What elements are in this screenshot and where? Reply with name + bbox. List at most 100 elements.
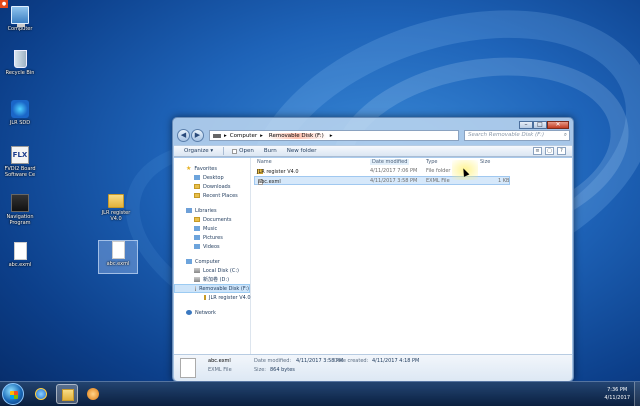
nav-volume-d[interactable]: 新加卷 (D:) <box>174 275 250 284</box>
desktop-icon-jlr-sdd[interactable]: JLR SDD <box>0 100 40 126</box>
internet-explorer-icon <box>35 388 47 400</box>
breadcrumb-separator: ▸ <box>260 132 263 139</box>
nav-removable-disk-f[interactable]: Removable Disk (F:) <box>174 284 250 293</box>
file-row[interactable]: JLR register V4.0 4/11/2017 7:06 PM File… <box>254 167 572 176</box>
flex-icon: FLX <box>11 146 29 164</box>
forward-button[interactable]: ▶ <box>191 129 204 142</box>
usb-drive-icon <box>195 286 197 291</box>
organize-button[interactable]: Organize ▾ <box>184 148 213 154</box>
nav-downloads[interactable]: Downloads <box>174 182 250 191</box>
column-header-type[interactable]: Type <box>426 159 437 165</box>
taskbar-app-explorer[interactable] <box>56 384 78 404</box>
taskbar-app-internet-explorer[interactable] <box>30 384 52 404</box>
minimize-button[interactable]: – <box>519 121 533 129</box>
jlr-sdd-icon <box>11 100 29 118</box>
computer-icon <box>11 6 29 27</box>
nav-libraries[interactable]: Libraries <box>174 206 250 215</box>
desktop-icon-abc-exml[interactable]: abc.exml <box>0 242 40 268</box>
nav-buttons: ◀ ▶ <box>177 129 205 142</box>
computer-icon <box>186 259 192 264</box>
file-date: 4/11/2017 3:58 PM <box>370 178 418 184</box>
start-button[interactable] <box>2 383 24 405</box>
file-date: 4/11/2017 7:06 PM <box>370 168 418 174</box>
file-type: EXML File <box>426 178 450 184</box>
desktop-icon-jlr-register-folder[interactable]: JLR register V4.0 <box>96 194 136 222</box>
window-controls: – □ ✕ <box>519 121 569 129</box>
pictures-icon <box>194 235 200 240</box>
view-options-icon[interactable]: ≡ <box>533 147 542 155</box>
new-folder-button[interactable]: New folder <box>287 148 317 154</box>
drive-icon <box>194 277 200 282</box>
videos-icon <box>194 244 200 249</box>
star-icon: ★ <box>186 165 192 172</box>
burn-button[interactable]: Burn <box>264 148 277 154</box>
open-button[interactable]: Open <box>232 148 254 154</box>
preview-pane-icon[interactable]: ▢ <box>545 147 554 155</box>
toolbar-divider <box>223 147 225 155</box>
desktop-icon-fvdi2[interactable]: FLX FVDI2 Board Software Ce <box>0 146 40 178</box>
explorer-window: – □ ✕ ◀ ▶ ▸ Computer ▸ Removable Disk (F… <box>172 117 574 382</box>
nav-favorites[interactable]: ★ Favorites <box>174 164 250 173</box>
document-icon <box>13 242 27 260</box>
address-bar[interactable]: ▸ Computer ▸ Removable Disk (F:) ▸ <box>209 130 459 141</box>
title-bar[interactable]: – □ ✕ ◀ ▶ ▸ Computer ▸ Removable Disk (F… <box>173 118 573 144</box>
navigation-pane: ★ Favorites Desktop Downloads Recent Plac… <box>174 158 251 354</box>
breadcrumb-computer[interactable]: Computer <box>230 133 257 139</box>
details-modified-label: Date modified: <box>254 358 292 364</box>
nav-desktop[interactable]: Desktop <box>174 173 250 182</box>
search-icon: ⌕ <box>563 132 567 138</box>
taskbar-app-media-player[interactable] <box>82 384 104 404</box>
desktop-icon <box>194 175 200 180</box>
details-type: EXML File <box>208 367 232 373</box>
drive-icon <box>213 133 221 138</box>
breadcrumb-removable-disk[interactable]: Removable Disk (F:) <box>265 132 327 139</box>
desktop-icon-computer[interactable]: Computer <box>0 6 40 32</box>
column-header-size[interactable]: Size <box>480 159 490 165</box>
column-headers: Name Date modified Type Size <box>254 158 572 167</box>
details-created-value: 4/11/2017 4:18 PM <box>372 358 420 364</box>
back-arrow-icon: ◀ <box>180 131 187 139</box>
downloads-icon <box>194 184 200 189</box>
folder-icon <box>204 295 206 300</box>
file-list: Name Date modified Type Size JLR registe… <box>254 158 572 354</box>
nav-computer[interactable]: Computer <box>174 257 250 266</box>
back-button[interactable]: ◀ <box>177 129 190 142</box>
system-clock[interactable]: 7:36 PM 4/11/2017 <box>604 386 630 402</box>
nav-recent-places[interactable]: Recent Places <box>174 191 250 200</box>
document-icon <box>180 358 196 378</box>
desktop-icon-abc-exml-selected[interactable]: abc.exml <box>98 240 138 274</box>
drive-icon <box>194 268 200 273</box>
network-icon <box>186 310 192 315</box>
nav-local-disk-c[interactable]: Local Disk (C:) <box>174 266 250 275</box>
maximize-button[interactable]: □ <box>533 121 547 129</box>
close-button[interactable]: ✕ <box>547 121 569 129</box>
column-header-date-modified[interactable]: Date modified <box>370 159 410 165</box>
windows-start-icon <box>10 391 18 399</box>
nav-videos[interactable]: Videos <box>174 242 250 251</box>
program-icon <box>11 194 29 212</box>
desktop-icon-navigation-program[interactable]: Navigation Program <box>0 194 40 226</box>
nav-jlr-register-folder[interactable]: JLR register V4.0 <box>174 293 251 302</box>
nav-music[interactable]: Music <box>174 224 250 233</box>
content-area: ★ Favorites Desktop Downloads Recent Plac… <box>174 158 572 354</box>
show-desktop-button[interactable] <box>634 382 640 406</box>
command-bar: Organize ▾ Open Burn New folder ≡ ▢ ? <box>174 145 572 157</box>
desktop-icon-recycle-bin[interactable]: Recycle Bin <box>0 50 40 76</box>
column-header-name[interactable]: Name <box>257 159 272 165</box>
document-icon <box>111 241 125 259</box>
details-size-value: 864 bytes <box>270 367 295 373</box>
open-icon <box>232 148 238 154</box>
clock-time: 7:36 PM <box>607 387 628 393</box>
help-icon[interactable]: ? <box>557 147 566 155</box>
nav-documents[interactable]: Documents <box>174 215 250 224</box>
nav-network[interactable]: Network <box>174 308 250 317</box>
details-size-label: Size: <box>254 367 266 373</box>
forward-arrow-icon: ▶ <box>194 131 201 139</box>
search-input[interactable]: Search Removable Disk (F:) ⌕ <box>464 130 570 141</box>
music-icon <box>194 226 200 231</box>
taskbar: 7:36 PM 4/11/2017 <box>0 381 640 406</box>
clock-date: 4/11/2017 <box>604 395 630 401</box>
recycle-bin-icon <box>13 50 27 68</box>
media-player-icon <box>87 388 99 400</box>
nav-pictures[interactable]: Pictures <box>174 233 250 242</box>
